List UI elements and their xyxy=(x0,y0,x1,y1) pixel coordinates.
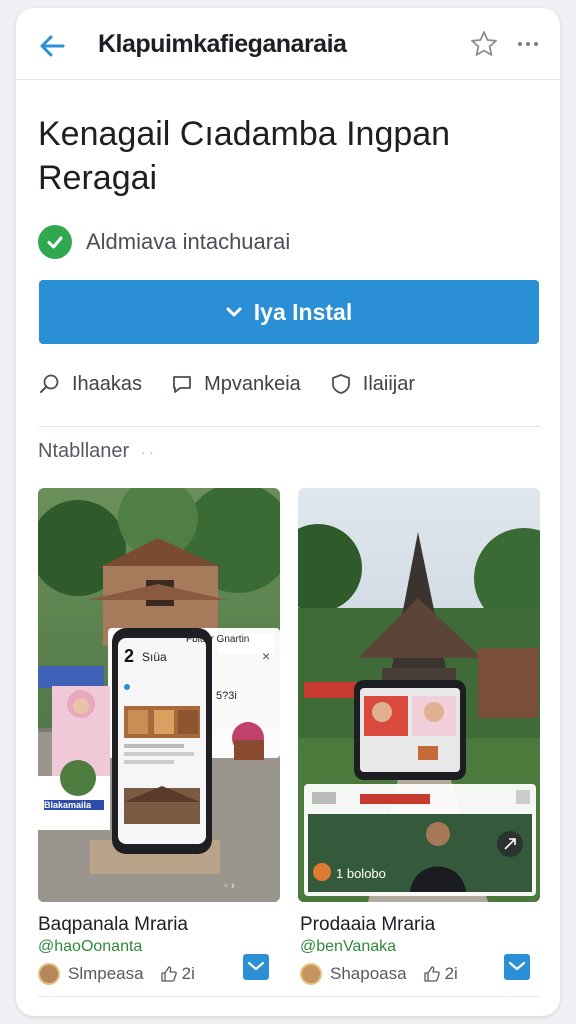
app-title: Klapuimkafieganaraia xyxy=(98,30,347,58)
garden-scene-image xyxy=(38,488,280,902)
like-button[interactable]: 2i xyxy=(160,964,195,984)
shield-icon xyxy=(331,374,350,394)
avatar[interactable] xyxy=(38,963,60,985)
section-label: Ntabllaner · · xyxy=(38,440,154,462)
action-label: Mpvankeia xyxy=(204,372,301,395)
mail-icon xyxy=(247,961,265,971)
action-row: Ihaakas Mpvankeia Ilaiijar xyxy=(38,362,538,406)
media-thumbnail-temple[interactable]: 1 bolobo xyxy=(298,488,540,902)
message-button[interactable] xyxy=(243,954,269,980)
post-meta: Shapoasa 2i xyxy=(300,960,458,988)
check-circle-icon xyxy=(38,225,72,259)
chat-icon xyxy=(173,376,191,393)
sign-text: Blakamaila xyxy=(44,800,92,810)
divider xyxy=(38,426,540,427)
top-bar: Klapuimkafieganaraia xyxy=(16,8,560,80)
thumbs-up-icon xyxy=(423,966,440,982)
verified-row: Aldmiava intachuarai xyxy=(38,222,290,262)
more-options-button[interactable] xyxy=(512,28,544,60)
post-meta: Slmpeasa 2i xyxy=(38,960,195,988)
video-badge: 1 bolobo xyxy=(336,866,386,881)
action-search[interactable]: Ihaakas xyxy=(38,372,142,396)
more-dot xyxy=(526,42,530,46)
phone-count: 5?3i xyxy=(216,690,237,702)
back-button[interactable] xyxy=(34,28,70,64)
thumbs-up-icon xyxy=(160,966,177,982)
like-count: 2i xyxy=(444,964,458,983)
action-shield[interactable]: Ilaiijar xyxy=(329,372,415,396)
mail-icon xyxy=(508,961,526,971)
divider xyxy=(38,996,540,997)
play-control-icon[interactable]: ◦ › xyxy=(224,880,235,892)
app-headline: Kenagail Cıadamba Ingpan Reragai xyxy=(38,115,451,197)
post-handle[interactable]: @benVanaka xyxy=(300,938,396,956)
action-label: Ihaakas xyxy=(72,372,143,395)
search-icon xyxy=(40,374,59,393)
post-title: Prodaaia Mraria xyxy=(300,914,436,935)
temple-scene-image xyxy=(298,488,540,902)
post-handle[interactable]: @haoOonanta xyxy=(38,938,142,956)
chevron-down-icon xyxy=(226,307,242,317)
install-label: Iya Instal xyxy=(253,298,353,325)
media-thumbnail-garden[interactable]: Fbiusr Gnartin 2 Sıüa × 5?3i Blakamaila … xyxy=(38,488,280,902)
app-detail-card: Klapuimkafieganaraia Kenagail Cıadamba I… xyxy=(16,8,560,1016)
avatar[interactable] xyxy=(300,963,322,985)
star-icon xyxy=(471,31,497,56)
favorite-button[interactable] xyxy=(468,28,500,60)
message-button[interactable] xyxy=(504,954,530,980)
install-button[interactable]: Iya Instal xyxy=(39,280,539,344)
post-title: Baqpanala Mraria xyxy=(38,914,188,935)
close-icon[interactable]: × xyxy=(262,648,270,664)
phone-title: Sıüa xyxy=(142,650,167,664)
action-label: Ilaiijar xyxy=(362,372,416,395)
like-button[interactable]: 2i xyxy=(423,964,458,984)
section-label-text: Ntabllaner xyxy=(38,440,130,462)
more-dot xyxy=(518,42,522,46)
overlay-panel-header: Fbiusr Gnartin xyxy=(186,634,250,645)
post-author: Slmpeasa xyxy=(68,964,144,983)
verified-text: Aldmiava intachuarai xyxy=(86,229,291,254)
more-dot xyxy=(534,42,538,46)
phone-number: 2 xyxy=(124,646,135,666)
like-count: 2i xyxy=(181,964,195,983)
action-chat[interactable]: Mpvankeia xyxy=(170,372,301,396)
post-author: Shapoasa xyxy=(330,964,407,983)
arrow-left-icon xyxy=(40,35,65,57)
